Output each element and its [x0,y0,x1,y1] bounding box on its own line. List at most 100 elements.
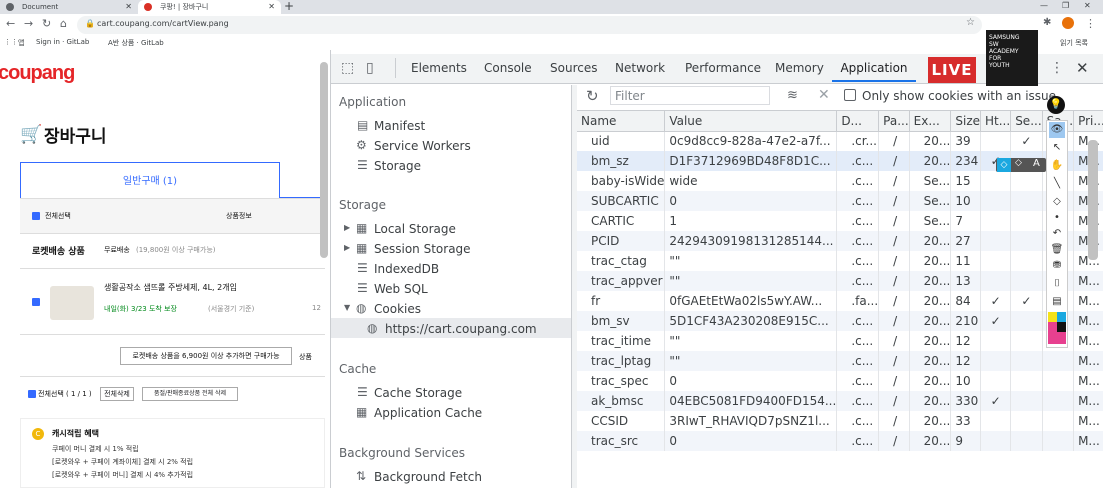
color-black[interactable] [1057,322,1066,332]
extensions-icon[interactable]: ✱ [1043,17,1051,28]
tab-application[interactable]: Application [832,61,916,82]
dot-icon[interactable]: • [1049,210,1065,226]
tab-network[interactable]: Network [615,61,665,75]
color-blue[interactable] [1057,312,1066,322]
sidebar-item-service-workers[interactable]: Service Workers [374,139,471,153]
expand-arrow-icon[interactable]: ▶ [344,224,350,232]
table-row[interactable]: ak_bmsc 04EBC5081FD9400FD154... .c.../20..… [577,391,1103,411]
filter-input[interactable]: Filter [610,86,770,105]
column-header[interactable]: Pa... [878,111,910,132]
table-row[interactable]: bm_sv 5D1CF43A230208E915C... .c.../20... 21… [577,311,1103,331]
column-header[interactable]: Ht... [980,111,1012,132]
table-row[interactable]: uid 0c9d8cc9-828a-47e2-a7f... .cr.../20...… [577,131,1103,151]
sidebar-item-cookies[interactable]: Cookies [374,302,421,316]
product-image[interactable] [50,286,94,320]
table-row[interactable]: trac_ctag "" .c.../20... 11 M... [577,251,1103,271]
devtools-menu-icon[interactable]: ⋮ [1050,60,1064,76]
select-all-bottom-checkbox[interactable] [28,390,36,398]
text-tool-icon[interactable]: A [1033,158,1040,169]
color-pink[interactable] [1048,322,1057,332]
trash-icon[interactable]: 🗑 [1049,242,1065,258]
page-scrollbar[interactable] [320,62,328,258]
table-row[interactable]: trac_src 0 .c.../20... 9 M... [577,431,1103,451]
bookmark-gitlab-signin[interactable]: Sign in · GitLab [36,38,89,46]
more-products-link[interactable]: 상품 [299,352,312,362]
inspect-element-icon[interactable]: ⬚ [341,60,354,76]
bookmark-star-icon[interactable]: ☆ [966,17,975,28]
back-icon[interactable]: ← [6,17,15,30]
table-scrollbar[interactable] [1088,140,1098,260]
new-tab-icon[interactable]: + [284,0,294,13]
bookmark-apps[interactable]: 앱 [18,38,24,48]
pointer-icon[interactable]: ↖ [1049,140,1065,156]
camera-icon[interactable]: ⌷ [1049,276,1065,292]
table-row[interactable]: SUBCARTIC0.c.../Se...10M... [577,191,1103,211]
undo-icon[interactable]: ↶ [1049,226,1065,242]
delete-soldout-button[interactable]: 품절/판매종료상품 전체 삭제 [142,387,238,401]
tab-elements[interactable]: Elements [411,61,467,75]
column-header[interactable]: Ex... [909,111,952,132]
current-color-swatch[interactable] [1048,332,1066,344]
coupang-logo[interactable]: coupang [0,62,75,85]
document-icon[interactable]: ▤ [1049,294,1065,310]
browser-tab-coupang[interactable]: 쿠팡! | 장바구니 ✕ [138,0,281,14]
rocket-add-more-button[interactable]: 로켓배송 상품을 6,900원 이상 추가하면 구매가능 [120,347,292,365]
stamp-icon[interactable]: ⛃ [1049,258,1065,274]
column-header[interactable]: D... [836,111,880,132]
clear-filtered-icon[interactable]: ≋ [787,88,798,103]
eye-icon[interactable]: 👁 [1049,122,1065,138]
sidebar-item-websql[interactable]: Web SQL [374,282,428,296]
eraser-icon[interactable]: ◇ [1049,194,1065,210]
table-row[interactable]: fr 0fGAEtEtWa02ls5wY.AW... .fa.../20... 84 ✓… [577,291,1103,311]
tab-console[interactable]: Console [484,61,532,75]
sidebar-item-manifest[interactable]: Manifest [374,119,425,133]
close-window-icon[interactable]: ✕ [1084,0,1091,12]
collapse-arrow-icon[interactable]: ▼ [344,304,350,312]
apps-icon[interactable]: ⋮⋮ [4,38,18,46]
bookmark-gitlab-class[interactable]: A반 상품 · GitLab [108,38,164,48]
minimize-icon[interactable]: — [1040,0,1048,12]
sidebar-item-cache-storage[interactable]: Cache Storage [374,386,462,400]
close-devtools-icon[interactable]: ✕ [1076,59,1089,77]
reload-icon[interactable]: ↻ [42,17,51,30]
eraser-icon[interactable]: ◇ [1015,158,1022,168]
sidebar-item-session-storage[interactable]: Session Storage [374,242,471,256]
table-row[interactable]: trac_lptag "" .c.../20... 12 M... [577,351,1103,371]
forward-icon[interactable]: → [24,17,33,30]
expand-arrow-icon[interactable]: ▶ [344,244,350,252]
delete-all-button[interactable]: 전체삭제 [100,387,134,401]
close-tab-icon[interactable]: ✕ [268,0,275,14]
column-header[interactable]: Se... [1010,111,1043,132]
tab-memory[interactable]: Memory [775,61,824,75]
column-header[interactable]: Value [664,111,838,132]
table-row[interactable]: trac_appver "" .c.../20... 13 M... [577,271,1103,291]
maximize-icon[interactable]: ❐ [1062,0,1069,12]
pen-icon[interactable]: ╲ [1049,176,1065,192]
product-name[interactable]: 생활공작소 샘뜨롤 주방세제, 4L, 2개입 [104,282,237,293]
device-toolbar-icon[interactable]: ▯ [366,60,374,76]
avatar[interactable] [1062,17,1074,29]
tab-sources[interactable]: Sources [550,61,597,75]
only-issues-checkbox[interactable] [844,89,856,101]
sidebar-item-background-fetch[interactable]: Background Fetch [374,470,482,484]
lightbulb-icon[interactable]: 💡 [1047,96,1065,114]
refresh-icon[interactable]: ↻ [586,87,599,105]
eraser-icon[interactable]: ◇ [997,158,1011,172]
delete-selected-icon[interactable]: ✕ [818,87,830,103]
menu-icon[interactable]: ⋮ [1085,17,1096,30]
sidebar-item-application-cache[interactable]: Application Cache [374,406,482,420]
table-row[interactable]: trac_itime "" .c.../20... 12 M... [577,331,1103,351]
sidebar-item-storage[interactable]: Storage [374,159,421,173]
column-header[interactable]: Size [950,111,982,132]
item-checkbox[interactable] [32,298,40,306]
table-row[interactable]: baby-isWidewide.c.../Se...15M... [577,171,1103,191]
lock-icon[interactable]: 🔒 [85,19,95,28]
hand-icon[interactable]: ✋ [1049,158,1065,174]
table-row[interactable]: CARTIC1.c.../Se...7M... [577,211,1103,231]
browser-tab-document[interactable]: Document ✕ [0,0,138,14]
select-all-checkbox[interactable] [32,212,40,220]
tab-performance[interactable]: Performance [685,61,761,75]
column-header[interactable]: Name [577,111,666,132]
reading-list[interactable]: 읽기 목록 [1060,38,1088,48]
column-header[interactable]: Pri... [1073,111,1103,132]
